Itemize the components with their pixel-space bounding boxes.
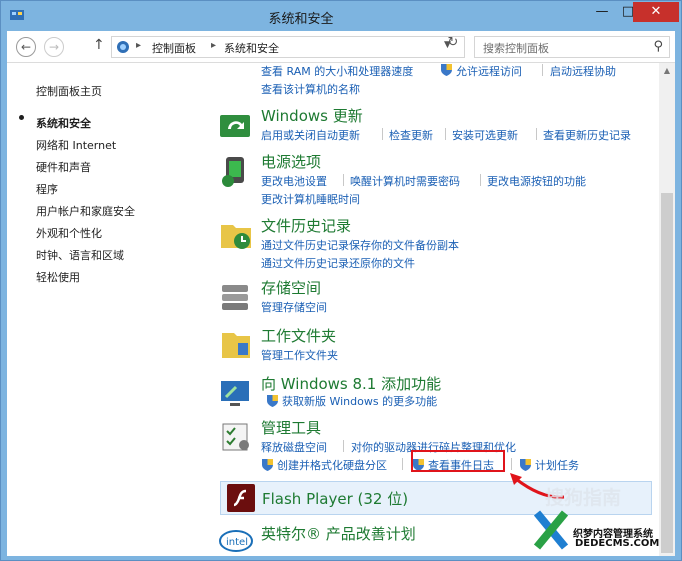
search-placeholder: 搜索控制面板 — [483, 42, 549, 55]
watermark-logo — [533, 510, 569, 550]
title-bar: 系统和安全 — □ ✕ — [1, 1, 681, 31]
breadcrumb-separator: ▸ — [136, 40, 142, 51]
up-button[interactable]: ↑ — [93, 37, 105, 53]
link-check-updates[interactable]: 检查更新 — [389, 127, 433, 143]
vertical-scrollbar[interactable]: ▲ — [659, 63, 675, 556]
scroll-thumb[interactable] — [661, 193, 673, 553]
control-panel-window: 系统和安全 — □ ✕ ← → ↑ ▸ 控制面板 ▸ 系统和安全 ▼ ↻ 搜索控… — [0, 0, 682, 561]
link-auto-update[interactable]: 启用或关闭自动更新 — [261, 127, 360, 143]
shield-icon — [262, 459, 273, 471]
work-folders-icon — [222, 333, 250, 358]
minimize-button[interactable]: — — [589, 2, 615, 22]
flash-player-icon — [227, 484, 255, 512]
back-button[interactable]: ← — [16, 37, 36, 57]
power-options-title[interactable]: 电源选项 — [261, 151, 321, 172]
file-history-icon — [221, 225, 251, 249]
link-create-partitions[interactable]: 创建并格式化硬盘分区 — [277, 457, 387, 473]
link-optional-updates[interactable]: 安装可选更新 — [452, 127, 518, 143]
search-icon[interactable]: ⚲ — [653, 39, 663, 54]
link-wake-password[interactable]: 唤醒计算机时需要密码 — [350, 173, 460, 189]
sidebar-item-system-security: 系统和安全 — [36, 117, 91, 130]
storage-spaces-icon — [222, 285, 248, 310]
link-separator — [343, 174, 344, 186]
close-button[interactable]: ✕ — [633, 2, 679, 22]
link-allow-remote-access[interactable]: 允许远程访问 — [456, 63, 522, 79]
flash-player-title[interactable]: Flash Player (32 位) — [262, 488, 408, 509]
search-input[interactable]: 搜索控制面板 ⚲ — [474, 36, 670, 58]
breadcrumb-separator: ▸ — [211, 40, 217, 51]
link-view-ram[interactable]: 查看 RAM 的大小和处理器速度 — [261, 63, 413, 79]
watermark-sogou: 搜狗指南 — [545, 487, 622, 509]
link-get-more-features[interactable]: 获取新版 Windows 的更多功能 — [282, 393, 437, 409]
link-separator — [445, 128, 446, 140]
work-folders-title[interactable]: 工作文件夹 — [261, 325, 336, 346]
link-manage-work-folders[interactable]: 管理工作文件夹 — [261, 347, 338, 363]
watermark-site-en: DEDECMS.COM — [575, 538, 660, 549]
link-separator — [480, 174, 481, 186]
add-features-title[interactable]: 向 Windows 8.1 添加功能 — [261, 373, 441, 394]
sidebar-item-network[interactable]: 网络和 Internet — [36, 137, 116, 153]
link-update-history[interactable]: 查看更新历史记录 — [543, 127, 631, 143]
link-separator — [382, 128, 383, 140]
link-separator — [343, 440, 344, 452]
shield-icon — [441, 64, 452, 76]
sidebar: 控制面板主页 系统和安全 网络和 Internet 硬件和声音 程序 用户帐户和… — [7, 63, 207, 556]
current-item-bullet — [19, 115, 24, 120]
control-panel-icon — [117, 41, 129, 53]
add-features-icon — [221, 381, 249, 406]
link-sleep-time[interactable]: 更改计算机睡眠时间 — [261, 191, 360, 207]
storage-spaces-title[interactable]: 存储空间 — [261, 277, 321, 298]
address-bar[interactable]: ▸ 控制面板 ▸ 系统和安全 ▼ — [111, 36, 465, 58]
window-title: 系统和安全 — [268, 12, 334, 27]
sidebar-item-appearance[interactable]: 外观和个性化 — [36, 225, 102, 241]
intel-title[interactable]: 英特尔® 产品改善计划 — [261, 523, 416, 544]
navigation-bar: ← → ↑ ▸ 控制面板 ▸ 系统和安全 ▼ ↻ 搜索控制面板 ⚲ — [7, 31, 675, 63]
link-backup-files[interactable]: 通过文件历史记录保存你的文件备份副本 — [261, 237, 459, 253]
admin-tools-title[interactable]: 管理工具 — [261, 417, 321, 438]
sidebar-item-clock-region[interactable]: 时钟、语言和区域 — [36, 247, 124, 263]
link-power-button[interactable]: 更改电源按钮的功能 — [487, 173, 586, 189]
power-options-icon — [222, 157, 244, 187]
file-history-title[interactable]: 文件历史记录 — [261, 215, 351, 236]
link-remote-assistance[interactable]: 启动远程协助 — [550, 63, 616, 79]
link-free-disk-space[interactable]: 释放磁盘空间 — [261, 439, 327, 455]
windows-update-title[interactable]: Windows 更新 — [261, 105, 363, 126]
sidebar-item-ease-of-access[interactable]: 轻松使用 — [36, 269, 80, 285]
sidebar-item-user-accounts[interactable]: 用户帐户和家庭安全 — [36, 203, 135, 219]
link-battery-settings[interactable]: 更改电池设置 — [261, 173, 327, 189]
shield-icon — [267, 395, 278, 407]
breadcrumb-control-panel[interactable]: 控制面板 — [152, 40, 196, 56]
intel-logo-icon: intel — [219, 530, 253, 552]
link-restore-files[interactable]: 通过文件历史记录还原你的文件 — [261, 255, 415, 271]
svg-text:intel: intel — [226, 537, 248, 548]
link-manage-storage[interactable]: 管理存储空间 — [261, 299, 327, 315]
sidebar-item-home[interactable]: 控制面板主页 — [36, 83, 102, 99]
link-separator — [542, 64, 543, 76]
sidebar-item-hardware-sound[interactable]: 硬件和声音 — [36, 159, 91, 175]
breadcrumb-system-security[interactable]: 系统和安全 — [224, 40, 279, 56]
sidebar-item-programs[interactable]: 程序 — [36, 181, 58, 197]
annotation-highlight-box — [411, 450, 505, 472]
link-computer-name[interactable]: 查看该计算机的名称 — [261, 81, 360, 97]
link-separator — [536, 128, 537, 140]
link-separator — [402, 458, 403, 470]
forward-button[interactable]: → — [44, 37, 64, 57]
windows-update-icon — [220, 115, 250, 137]
scroll-up-icon[interactable]: ▲ — [659, 63, 675, 79]
refresh-icon[interactable]: ↻ — [443, 35, 463, 53]
admin-tools-icon — [222, 423, 249, 451]
